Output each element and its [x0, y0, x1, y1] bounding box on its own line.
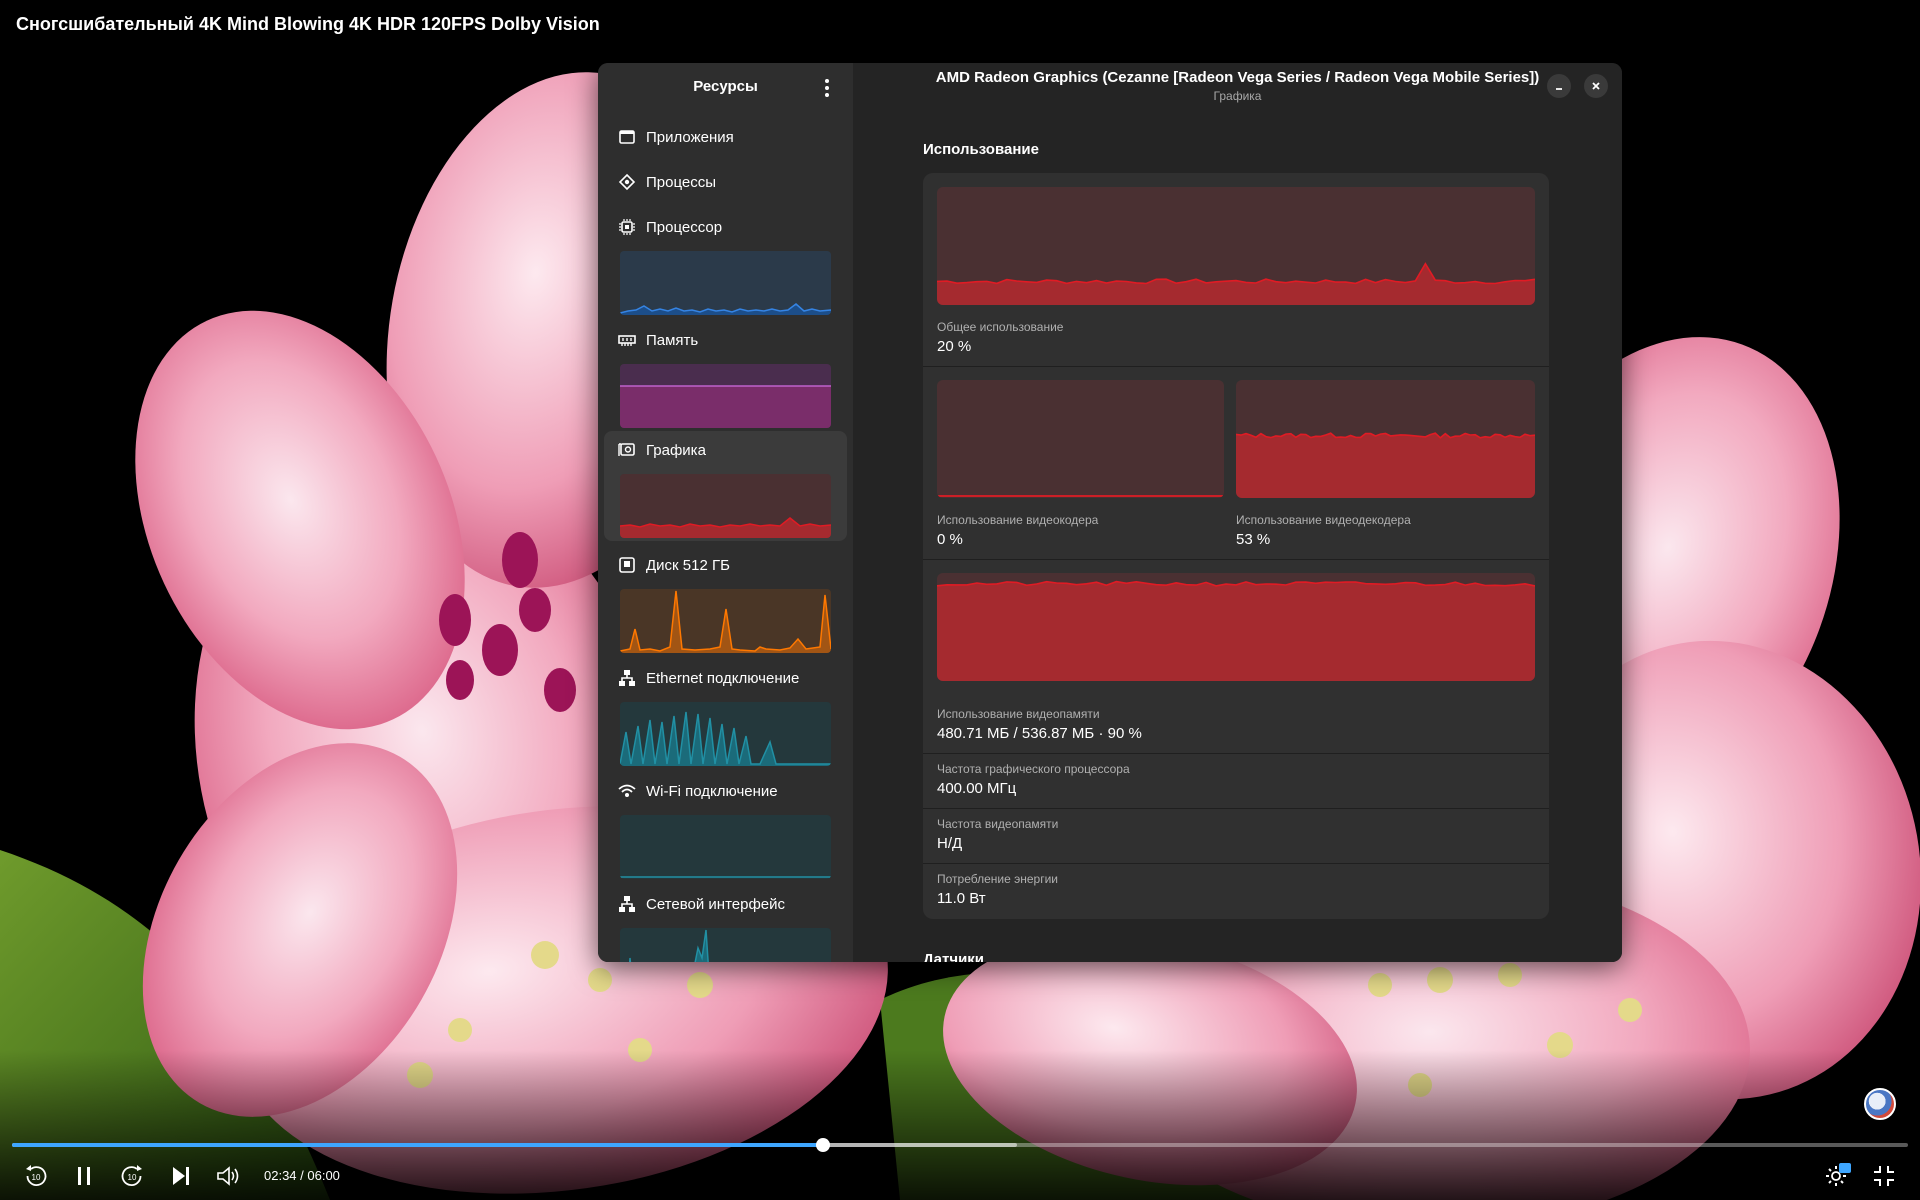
graphics-sparkline [620, 474, 831, 538]
sidebar-header: Ресурсы [598, 63, 853, 113]
quality-badge-icon [1839, 1163, 1851, 1173]
gpu-frequency-value: 400.00 МГц [937, 780, 1017, 797]
encoder-value: 0 % [937, 531, 963, 548]
sidebar-item-wifi[interactable]: Wi-Fi подключение [604, 772, 847, 882]
channel-avatar[interactable] [1864, 1088, 1896, 1120]
disk-icon [618, 556, 636, 574]
minimize-icon [1556, 88, 1562, 90]
sidebar: Ресурсы Приложения Процессы Процессор Па… [598, 63, 853, 962]
next-icon [173, 1167, 189, 1185]
dot [825, 93, 829, 97]
svg-text:10: 10 [32, 1173, 41, 1182]
apps-icon [618, 128, 636, 146]
vram-graph [937, 573, 1535, 681]
memory-icon [618, 331, 636, 349]
window-title: AMD Radeon Graphics (Cezanne [Radeon Veg… [935, 69, 1540, 86]
encoder-graph [937, 380, 1224, 498]
window-subtitle: Графика [1213, 89, 1262, 103]
pause-button[interactable] [70, 1162, 98, 1190]
wifi-sparkline [620, 815, 831, 879]
forward-10-icon: 10 [121, 1165, 142, 1187]
ethernet-icon [618, 669, 636, 687]
rewind-10-button[interactable]: 10 [22, 1162, 50, 1190]
encoder-label: Использование видеокодера [937, 513, 1099, 527]
sidebar-item-processes[interactable]: Процессы [604, 163, 847, 201]
divider [923, 863, 1549, 864]
power-label: Потребление энергии [937, 872, 1058, 886]
sidebar-item-label: Графика [646, 442, 706, 459]
vram-frequency-value: Н/Д [937, 835, 963, 852]
wifi-icon [618, 782, 636, 800]
vram-value: 480.71 МБ / 536.87 МБ · 90 % [937, 725, 1142, 742]
disk-sparkline [620, 589, 831, 653]
gpu-frequency-label: Частота графического процессора [937, 762, 1130, 776]
minimize-button[interactable] [1547, 74, 1571, 98]
next-button[interactable] [166, 1162, 194, 1190]
decoder-label: Использование видеодекодера [1236, 513, 1411, 527]
main-menu-button[interactable] [815, 75, 839, 101]
divider [923, 753, 1549, 754]
sidebar-item-cpu[interactable]: Процессор [604, 208, 847, 318]
power-value: 11.0 Вт [937, 890, 986, 907]
pause-icon [78, 1167, 90, 1185]
sidebar-item-label: Wi-Fi подключение [646, 783, 778, 800]
cpu-icon [618, 218, 636, 236]
cpu-sparkline [620, 251, 831, 315]
seek-bar[interactable] [12, 1138, 1908, 1152]
sidebar-item-memory[interactable]: Память [604, 321, 847, 431]
memory-sparkline [620, 364, 831, 428]
video-title: Сногсшибательный 4K Mind Blowing 4K HDR … [16, 14, 600, 34]
decoder-graph [1236, 380, 1535, 498]
resources-window: Ресурсы Приложения Процессы Процессор Па… [598, 63, 1622, 962]
sidebar-item-disk[interactable]: Диск 512 ГБ [604, 546, 847, 656]
network-sparkline [620, 928, 831, 962]
volume-icon [217, 1166, 239, 1186]
rewind-10-icon: 10 [26, 1165, 47, 1187]
sidebar-item-label: Приложения [646, 129, 734, 146]
sidebar-item-network-interface[interactable]: Сетевой интерфейс [604, 885, 847, 962]
svg-text:10: 10 [128, 1173, 137, 1182]
sidebar-item-label: Процессор [646, 219, 723, 236]
gpu-icon [618, 441, 636, 459]
sidebar-item-ethernet[interactable]: Ethernet подключение [604, 659, 847, 769]
usage-card: Общее использование 20 % Использование в… [923, 173, 1549, 919]
sidebar-item-label: Сетевой интерфейс [646, 896, 786, 913]
dot [825, 79, 829, 83]
sidebar-item-label: Диск 512 ГБ [646, 557, 730, 574]
sidebar-item-apps[interactable]: Приложения [604, 118, 847, 156]
exit-fullscreen-button[interactable] [1870, 1162, 1898, 1190]
divider [923, 559, 1549, 560]
vram-label: Использование видеопамяти [937, 707, 1100, 721]
sensors-section-title: Датчики [923, 951, 985, 962]
close-button[interactable] [1584, 74, 1608, 98]
sidebar-item-label: Ethernet подключение [646, 670, 800, 687]
decoder-value: 53 % [1236, 531, 1271, 548]
total-usage-graph [937, 187, 1535, 305]
divider [923, 366, 1549, 367]
sidebar-item-graphics[interactable]: Графика [604, 431, 847, 541]
close-icon [1592, 82, 1600, 90]
time-readout: 02:34 / 06:00 [264, 1168, 340, 1183]
played-bar [12, 1143, 824, 1147]
content-pane: AMD Radeon Graphics (Cezanne [Radeon Veg… [853, 63, 1622, 962]
vram-frequency-label: Частота видеопамяти [937, 817, 1059, 831]
processes-icon [618, 173, 636, 191]
usage-section-title: Использование [923, 141, 1039, 158]
total-usage-value: 20 % [937, 338, 972, 355]
dot [825, 86, 829, 90]
forward-10-button[interactable]: 10 [118, 1162, 146, 1190]
divider [923, 808, 1549, 809]
sidebar-item-label: Память [646, 332, 699, 349]
ethernet-sparkline [620, 702, 831, 766]
total-usage-label: Общее использование [937, 320, 1064, 334]
volume-button[interactable] [214, 1162, 242, 1190]
sidebar-item-label: Процессы [646, 174, 717, 191]
exit-fullscreen-icon [1874, 1166, 1894, 1186]
network-icon [618, 895, 636, 913]
